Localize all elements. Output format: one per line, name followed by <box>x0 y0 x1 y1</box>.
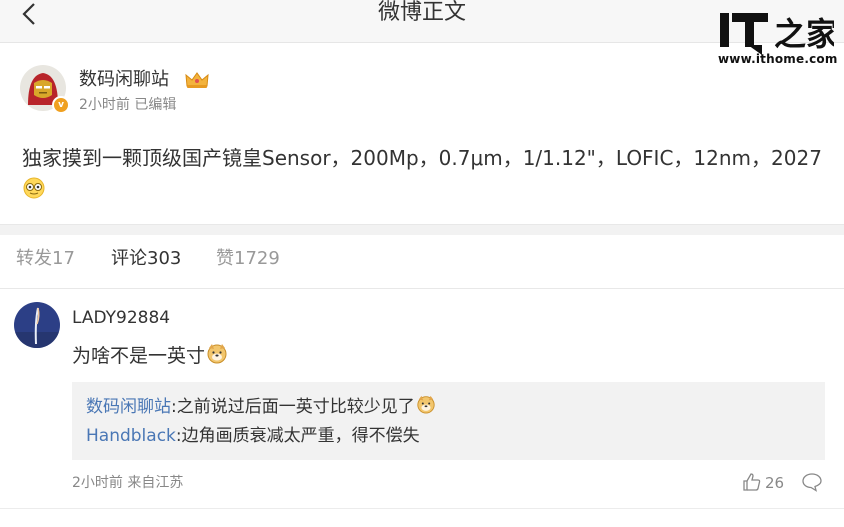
reply-username[interactable]: 数码闲聊站 <box>86 397 171 417</box>
reply-item[interactable]: 数码闲聊站:之前说过后面一英寸比较少见了 <box>86 394 436 420</box>
comment-meta: 2小时前 来自江苏 <box>72 475 184 491</box>
reply-text: :边角画质衰减太严重，得不偿失 <box>175 426 420 446</box>
doge-emoji <box>207 344 227 364</box>
commenter-name[interactable]: LADY92884 <box>72 307 170 329</box>
reply-text: :之前说过后面一英寸比较少见了 <box>171 397 415 417</box>
reply-username[interactable]: Handblack <box>86 426 176 446</box>
author-name[interactable]: 数码闲聊站 <box>79 68 169 92</box>
commenter-avatar[interactable] <box>14 302 60 348</box>
svg-text:之家: 之家 <box>774 15 834 53</box>
money-eyes-emoji <box>23 177 45 199</box>
thumbs-up-icon[interactable] <box>742 472 762 492</box>
post-text: 独家摸到一颗顶级国产镜皇Sensor，200Mp，0.7μm，1/1.12"，L… <box>22 146 822 170</box>
like-count: 26 <box>765 474 785 492</box>
post-content: 独家摸到一颗顶级国产镜皇Sensor，200Mp，0.7μm，1/1.12"，L… <box>22 142 828 206</box>
comment-divider <box>0 508 844 509</box>
comment-text: 为啥不是一英寸 <box>72 342 228 369</box>
tab-likes[interactable]: 赞1729 <box>216 247 280 271</box>
section-divider <box>0 224 844 235</box>
comment-bubble-icon[interactable] <box>801 472 823 492</box>
doge-emoji <box>417 395 435 414</box>
tab-comments[interactable]: 评论303 <box>111 247 181 271</box>
post-time: 2小时前 已编辑 <box>79 97 177 113</box>
watermark-url: www.ithome.com <box>718 52 838 66</box>
verified-badge-icon: v <box>52 96 70 114</box>
tabs-divider <box>0 288 844 289</box>
comment-text-content: 为啥不是一英寸 <box>72 345 206 367</box>
avatar-image <box>14 302 60 348</box>
replies-box[interactable]: 数码闲聊站:之前说过后面一英寸比较少见了 Handblack:边角画质衰减太严重… <box>72 382 825 460</box>
crown-icon <box>185 72 209 88</box>
tab-reposts[interactable]: 转发17 <box>16 247 75 271</box>
reply-item[interactable]: Handblack:边角画质衰减太严重，得不偿失 <box>86 423 420 449</box>
